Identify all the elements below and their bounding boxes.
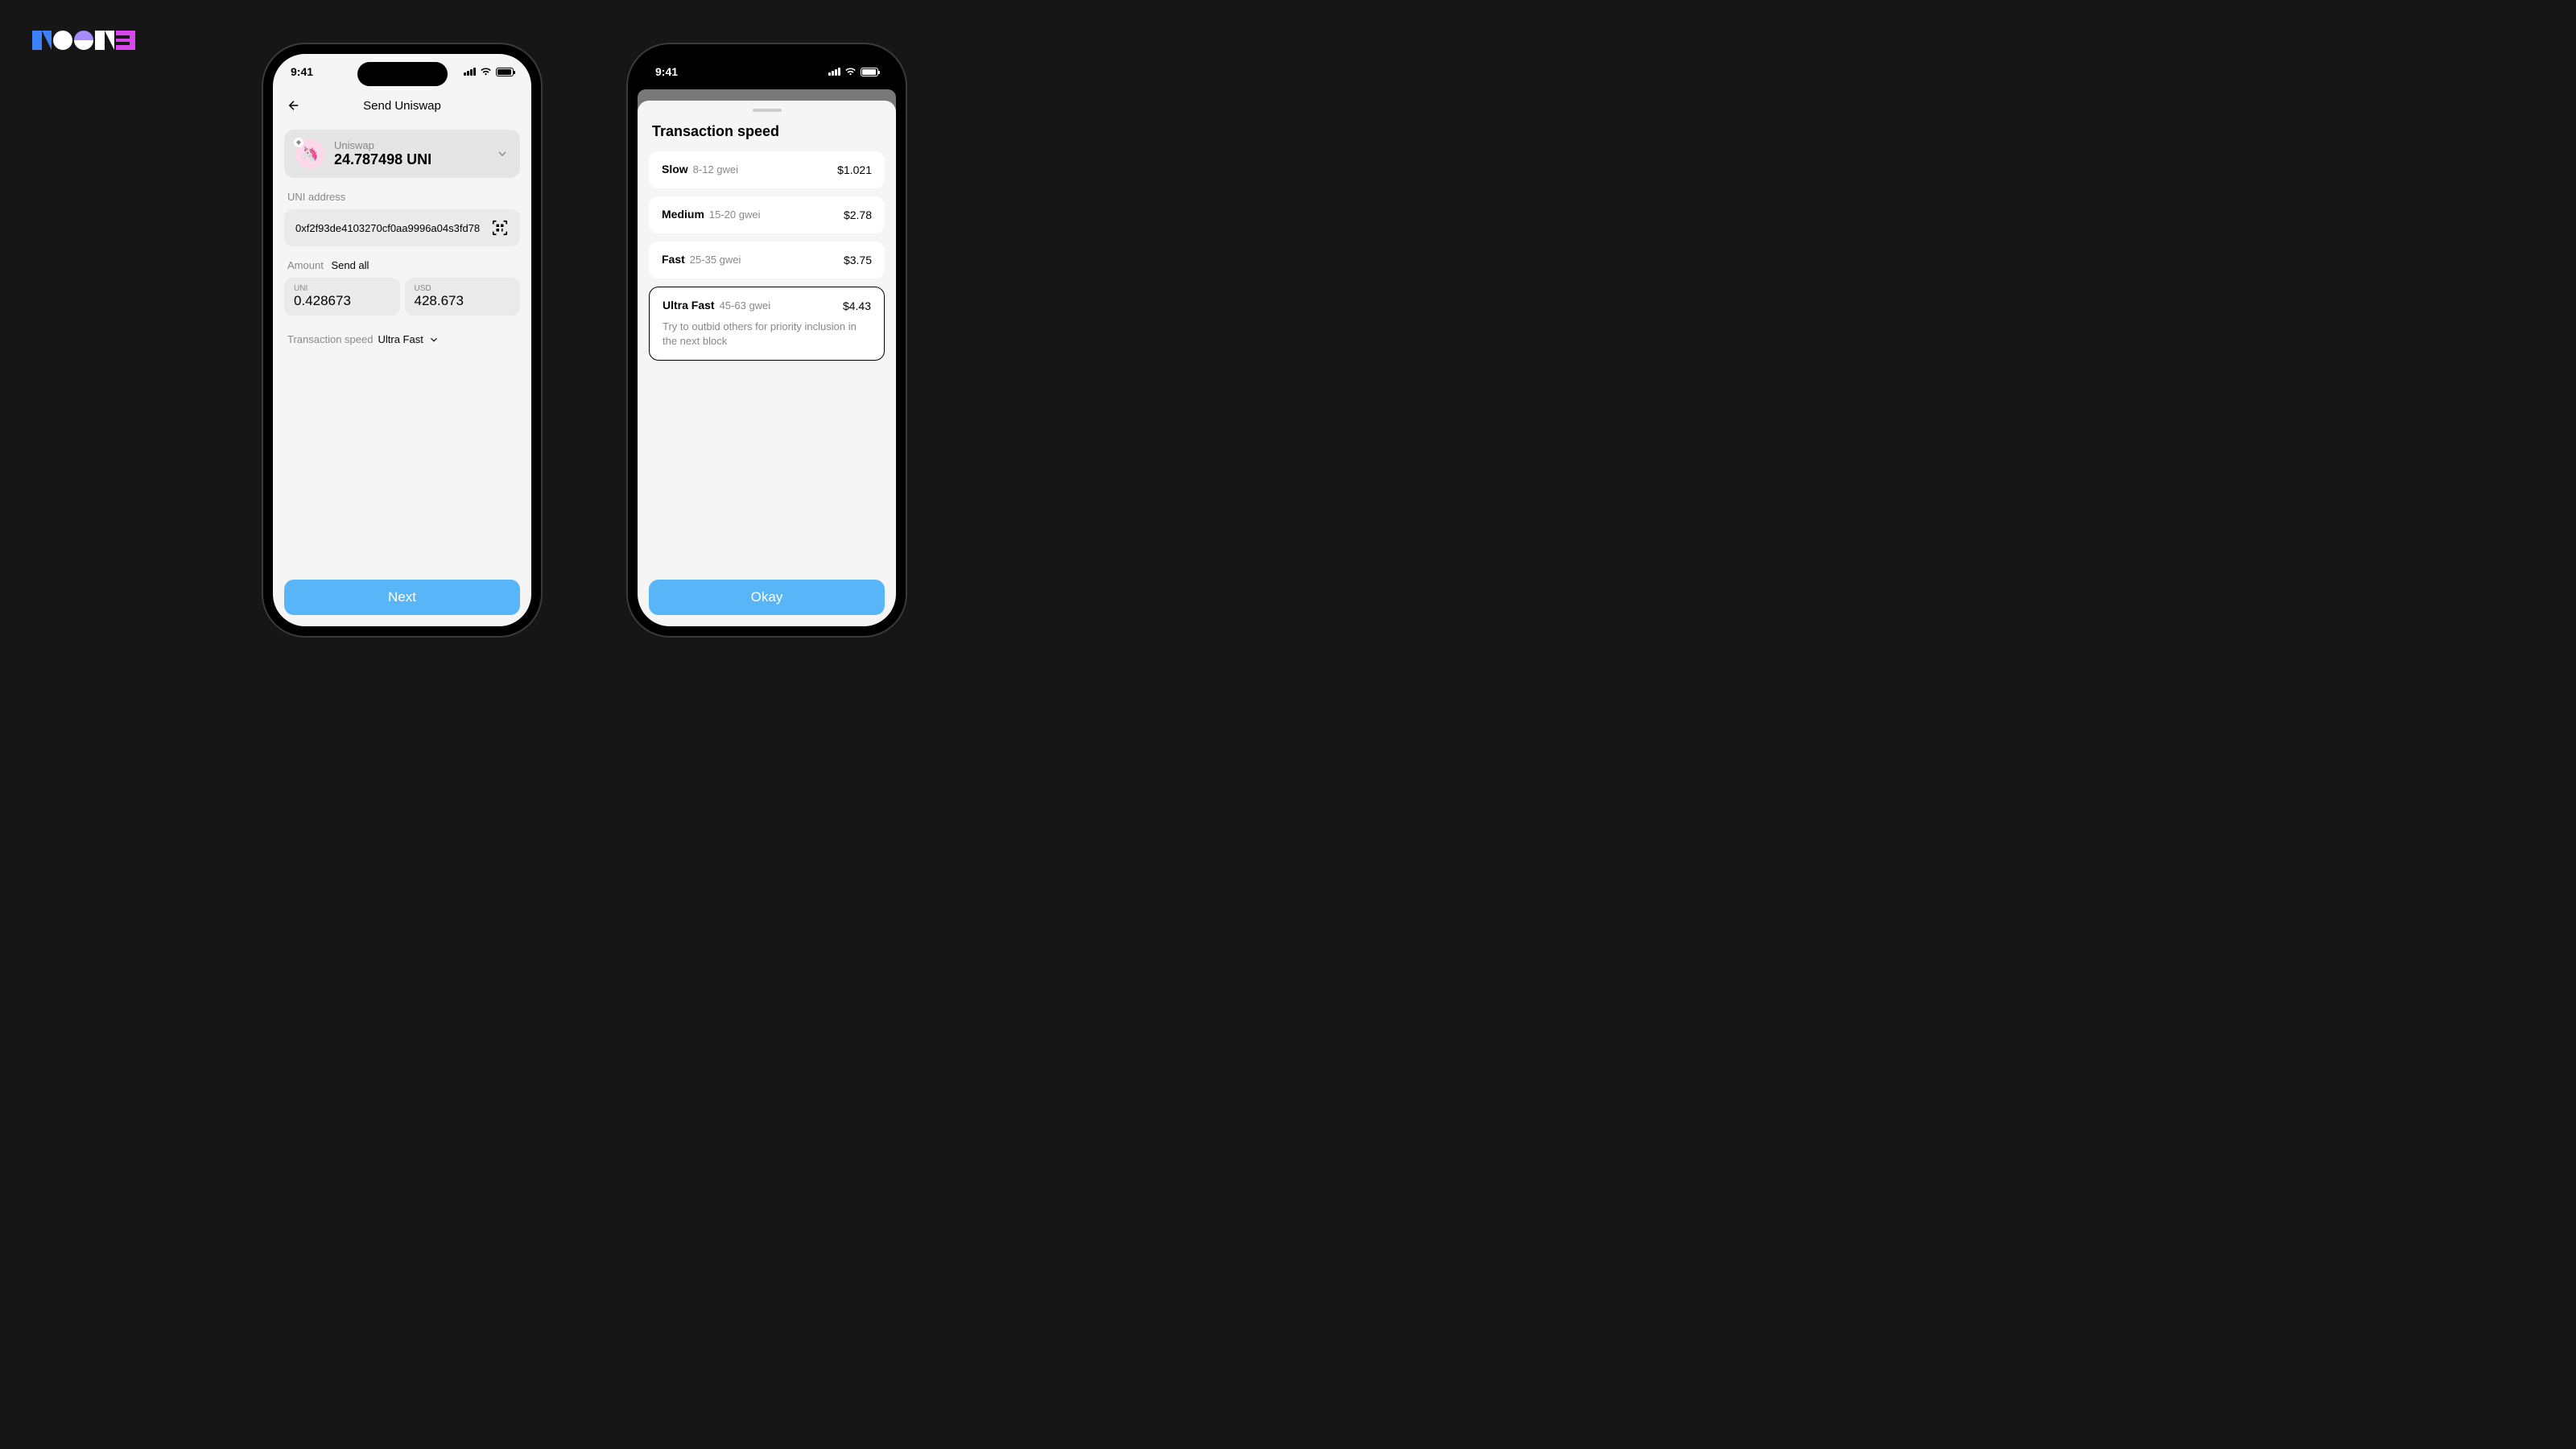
speed-option-gwei: 45-63 gwei <box>720 299 771 312</box>
uniswap-icon: 🦄 <box>295 139 324 168</box>
dynamic-island <box>722 62 812 86</box>
speed-option-fast[interactable]: Fast 25-35 gwei $3.75 <box>649 242 885 279</box>
next-button[interactable]: Next <box>284 580 520 615</box>
speed-option-price: $1.021 <box>837 163 872 176</box>
speed-label: Transaction speed <box>287 333 373 345</box>
address-field[interactable]: 0xf2f93de4103270cf0aa9996a04s3fd78 <box>284 209 520 246</box>
speed-option-slow[interactable]: Slow 8-12 gwei $1.021 <box>649 151 885 188</box>
address-label: UNI address <box>287 191 517 203</box>
wifi-icon <box>844 67 857 76</box>
token-balance: 24.787498 UNI <box>334 151 486 168</box>
status-time: 9:41 <box>655 65 678 78</box>
chevron-down-icon <box>428 334 440 345</box>
cellular-icon <box>464 68 476 76</box>
page-title: Send Uniswap <box>363 99 441 113</box>
phone-frame-send: 9:41 Send Uniswap 🦄 Uniswap 24.787498 UN… <box>263 44 541 636</box>
transaction-speed-selector[interactable]: Transaction speed Ultra Fast <box>287 333 517 345</box>
speed-option-name: Ultra Fast <box>663 299 715 312</box>
amount-usd-field[interactable]: USD 428.673 <box>405 278 521 316</box>
token-selector[interactable]: 🦄 Uniswap 24.787498 UNI <box>284 130 520 178</box>
sheet-title: Transaction speed <box>649 123 885 140</box>
battery-icon <box>861 68 878 76</box>
speed-option-ultra-fast[interactable]: Ultra Fast 45-63 gwei $4.43 Try to outbid o… <box>649 287 885 361</box>
speed-option-description: Try to outbid others for priority inclus… <box>663 320 871 349</box>
speed-option-price: $2.78 <box>844 208 872 221</box>
speed-option-price: $3.75 <box>844 254 872 266</box>
arrow-left-icon <box>287 98 301 113</box>
speed-option-gwei: 8-12 gwei <box>693 163 738 175</box>
qr-scan-icon[interactable] <box>491 219 509 237</box>
wifi-icon <box>480 67 492 76</box>
status-time: 9:41 <box>291 65 313 78</box>
speed-option-price: $4.43 <box>843 299 871 312</box>
send-all-button[interactable]: Send all <box>331 259 369 271</box>
speed-option-medium[interactable]: Medium 15-20 gwei $2.78 <box>649 196 885 233</box>
battery-icon <box>496 68 514 76</box>
amount-uni-field[interactable]: UNI 0.428673 <box>284 278 400 316</box>
back-button[interactable] <box>284 96 303 115</box>
address-value: 0xf2f93de4103270cf0aa9996a04s3fd78 <box>295 222 483 234</box>
amount-uni-label: UNI <box>294 284 390 293</box>
phone-frame-speed: 9:41 Transaction speed Slow 8-12 gwei $1.0… <box>628 44 906 636</box>
sheet-handle[interactable] <box>753 109 782 112</box>
token-name: Uniswap <box>334 139 486 151</box>
speed-value: Ultra Fast <box>378 333 423 345</box>
speed-option-gwei: 15-20 gwei <box>709 208 761 221</box>
dynamic-island <box>357 62 448 86</box>
speed-option-name: Fast <box>662 253 685 266</box>
cellular-icon <box>828 68 840 76</box>
chevron-down-icon <box>496 147 509 160</box>
nav-bar: Send Uniswap <box>273 89 531 122</box>
noone-logo <box>32 31 135 50</box>
speed-sheet: Transaction speed Slow 8-12 gwei $1.021 Med… <box>638 101 896 626</box>
amount-uni-value: 0.428673 <box>294 293 390 309</box>
okay-button[interactable]: Okay <box>649 580 885 615</box>
amount-label: Amount Send all <box>287 259 517 271</box>
speed-option-name: Slow <box>662 163 688 175</box>
speed-option-name: Medium <box>662 208 704 221</box>
amount-usd-value: 428.673 <box>415 293 511 309</box>
speed-option-gwei: 25-35 gwei <box>690 254 741 266</box>
amount-usd-label: USD <box>415 284 511 293</box>
